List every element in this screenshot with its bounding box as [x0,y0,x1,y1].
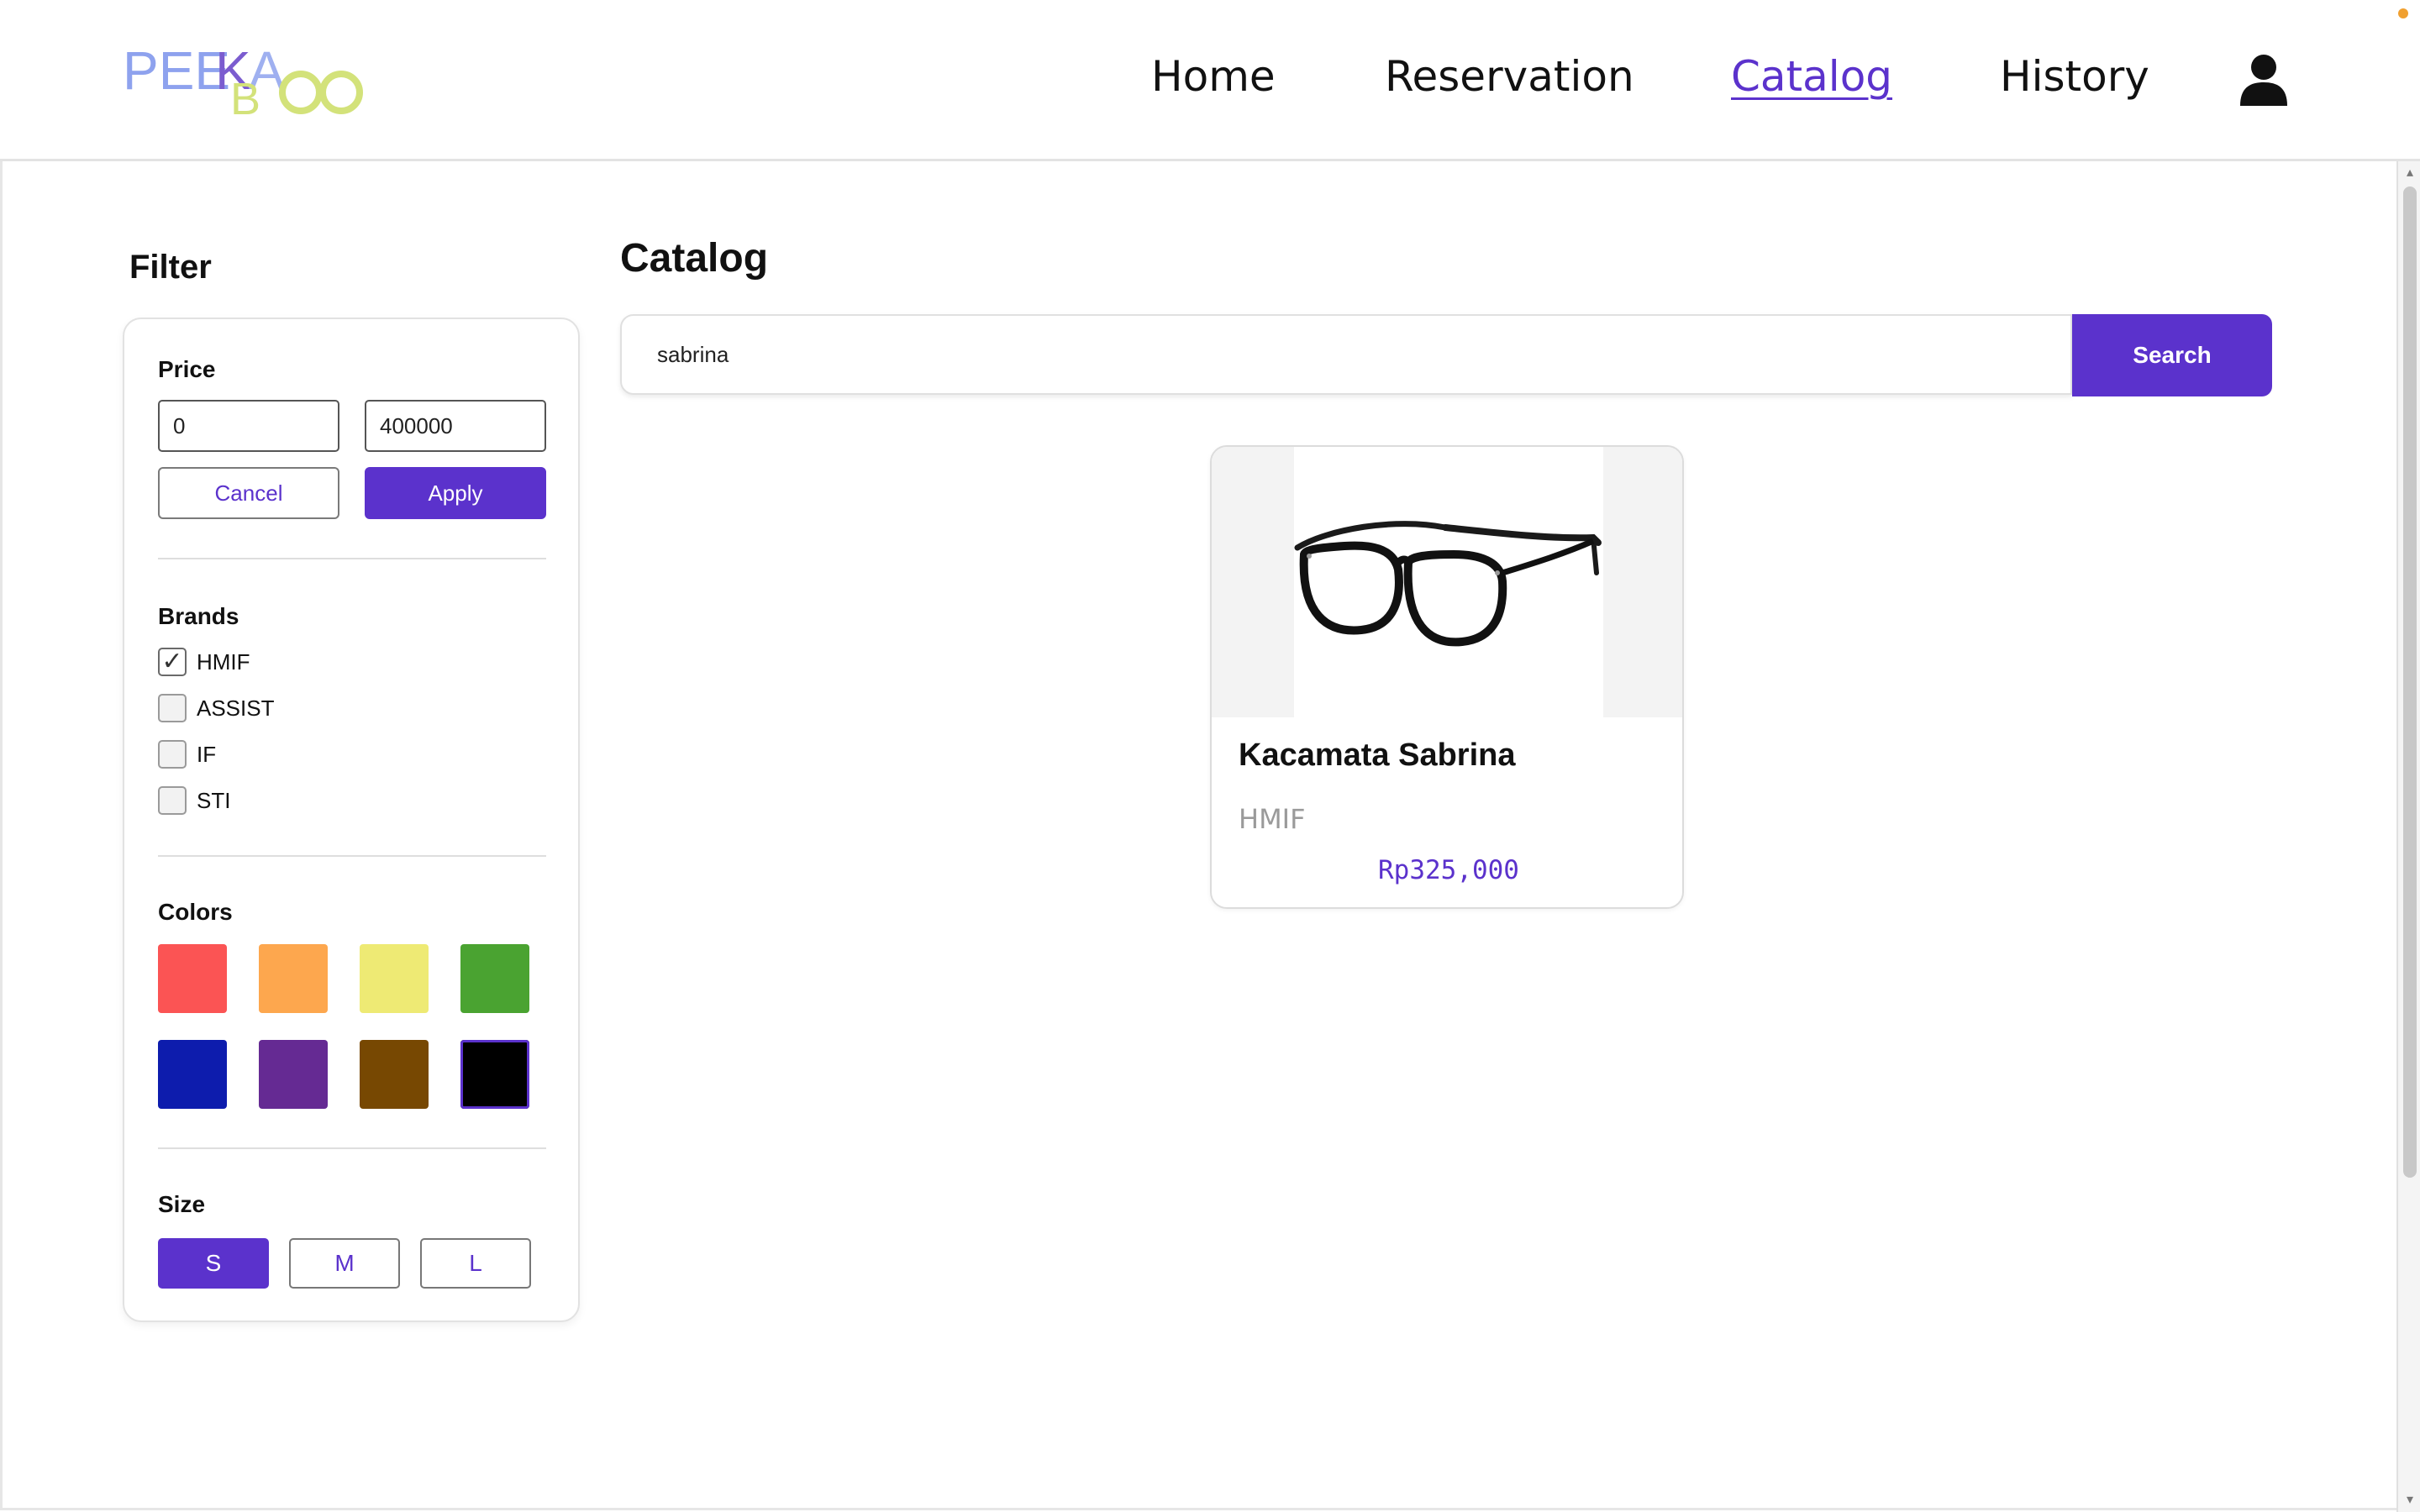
price-apply-button[interactable]: Apply [365,467,546,519]
checkbox[interactable] [158,694,187,722]
product-brand: HMIF [1239,803,1306,835]
color-swatch-orange[interactable] [259,944,328,1013]
size-label: Size [158,1191,206,1217]
product-name: Kacamata Sabrina [1239,738,1516,773]
size-button-m[interactable]: M [289,1238,400,1289]
color-swatch-green[interactable] [460,944,529,1013]
product-card[interactable]: Kacamata Sabrina HMIF Rp325,000 [1210,445,1684,909]
nav-home[interactable]: Home [1151,52,1276,101]
scroll-down-arrow-icon[interactable]: ▾ [2403,1494,2417,1507]
scroll-thumb[interactable] [2403,186,2417,1178]
color-swatch-blue[interactable] [158,1040,227,1109]
nav-reservation[interactable]: Reservation [1385,52,1634,101]
brand-option-hmif[interactable]: ✓ HMIF [158,645,250,679]
checkbox[interactable] [158,786,187,815]
nav-history[interactable]: History [2000,52,2149,101]
size-button-s[interactable]: S [158,1238,269,1289]
logo-image: PEE K A B [123,40,363,124]
search-input[interactable] [620,314,2072,395]
price-label: Price [158,356,216,382]
brand-label: IF [197,741,217,767]
search-button[interactable]: Search [2072,314,2272,396]
price-min-input[interactable] [158,400,339,452]
brands-label: Brands [158,603,239,629]
size-button-l[interactable]: L [420,1238,531,1289]
notification-dot [2398,8,2408,18]
brand-label: STI [197,787,231,813]
checkbox[interactable] [158,740,187,769]
nav-catalog[interactable]: Catalog [1731,52,1892,101]
peekaboo-logo[interactable]: PEE K A B [123,37,366,124]
product-price: Rp325,000 [1378,855,1519,885]
brand-option-sti[interactable]: STI [158,784,230,817]
divider [158,1147,546,1149]
catalog-title: Catalog [620,236,769,281]
checkbox-checked[interactable]: ✓ [158,648,187,676]
brand-option-if[interactable]: IF [158,738,216,771]
vertical-scrollbar[interactable]: ▴ ▾ [2396,161,2420,1512]
top-navbar: PEE K A B Home Reservation Catalog Histo… [0,0,2420,161]
glasses-image [1294,447,1603,717]
color-swatch-brown[interactable] [360,1040,429,1109]
color-swatch-red[interactable] [158,944,227,1013]
color-swatch-yellow[interactable] [360,944,429,1013]
brand-label: HMIF [197,648,250,675]
divider [158,855,546,857]
brand-option-assist[interactable]: ASSIST [158,691,274,725]
divider [158,558,546,559]
filter-panel: Price Cancel Apply Brands ✓ HMIF ASSIST … [123,318,580,1322]
colors-label: Colors [158,899,233,925]
user-icon[interactable] [2238,54,2289,106]
price-cancel-button[interactable]: Cancel [158,467,339,519]
price-max-input[interactable] [365,400,546,452]
search-bar: Search [620,314,2272,396]
scroll-up-arrow-icon[interactable]: ▴ [2403,166,2417,180]
color-swatch-purple[interactable] [259,1040,328,1109]
svg-text:B: B [230,74,260,121]
brand-label: ASSIST [197,695,275,721]
color-swatch-black[interactable] [460,1040,529,1109]
svg-text:PEE: PEE [123,40,230,101]
filter-title: Filter [129,249,212,286]
